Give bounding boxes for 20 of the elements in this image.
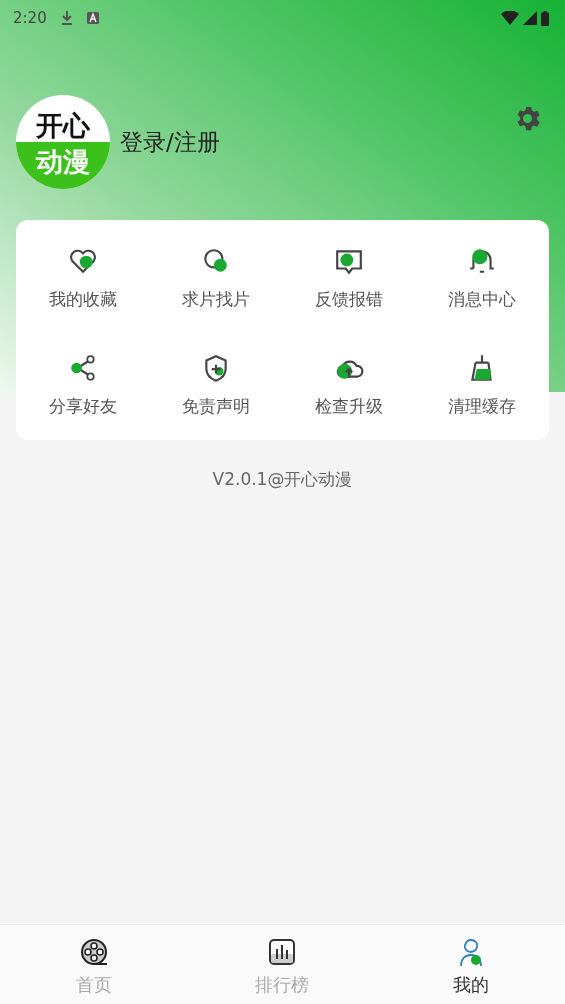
- signal-icon: [523, 11, 537, 25]
- keyboard-icon: [86, 12, 99, 24]
- menu-item[interactable]: 免责声明: [149, 333, 283, 440]
- wifi-icon: [501, 11, 519, 25]
- login-link[interactable]: 登录/注册: [120, 126, 512, 158]
- bar-chart-icon: [267, 937, 298, 967]
- menu-item[interactable]: 我的收藏: [16, 226, 150, 333]
- menu-item[interactable]: 清理缓存: [415, 333, 549, 440]
- film-reel-icon: [79, 937, 110, 967]
- menu-item[interactable]: 分享好友: [16, 333, 150, 440]
- menu-item[interactable]: 反馈报错: [282, 226, 416, 333]
- battery-icon: [541, 10, 549, 26]
- menu-item[interactable]: 检查升级: [282, 333, 416, 440]
- menu-item[interactable]: 消息中心: [415, 226, 549, 333]
- status-time: 2:20: [13, 9, 47, 27]
- app-logo: 开心 动漫: [16, 95, 110, 189]
- download-icon: [60, 11, 73, 25]
- nav-tab[interactable]: 我的: [376, 925, 565, 1004]
- version-text: V2.0.1@开心动漫: [212, 468, 353, 491]
- menu-item[interactable]: 求片找片: [149, 226, 283, 333]
